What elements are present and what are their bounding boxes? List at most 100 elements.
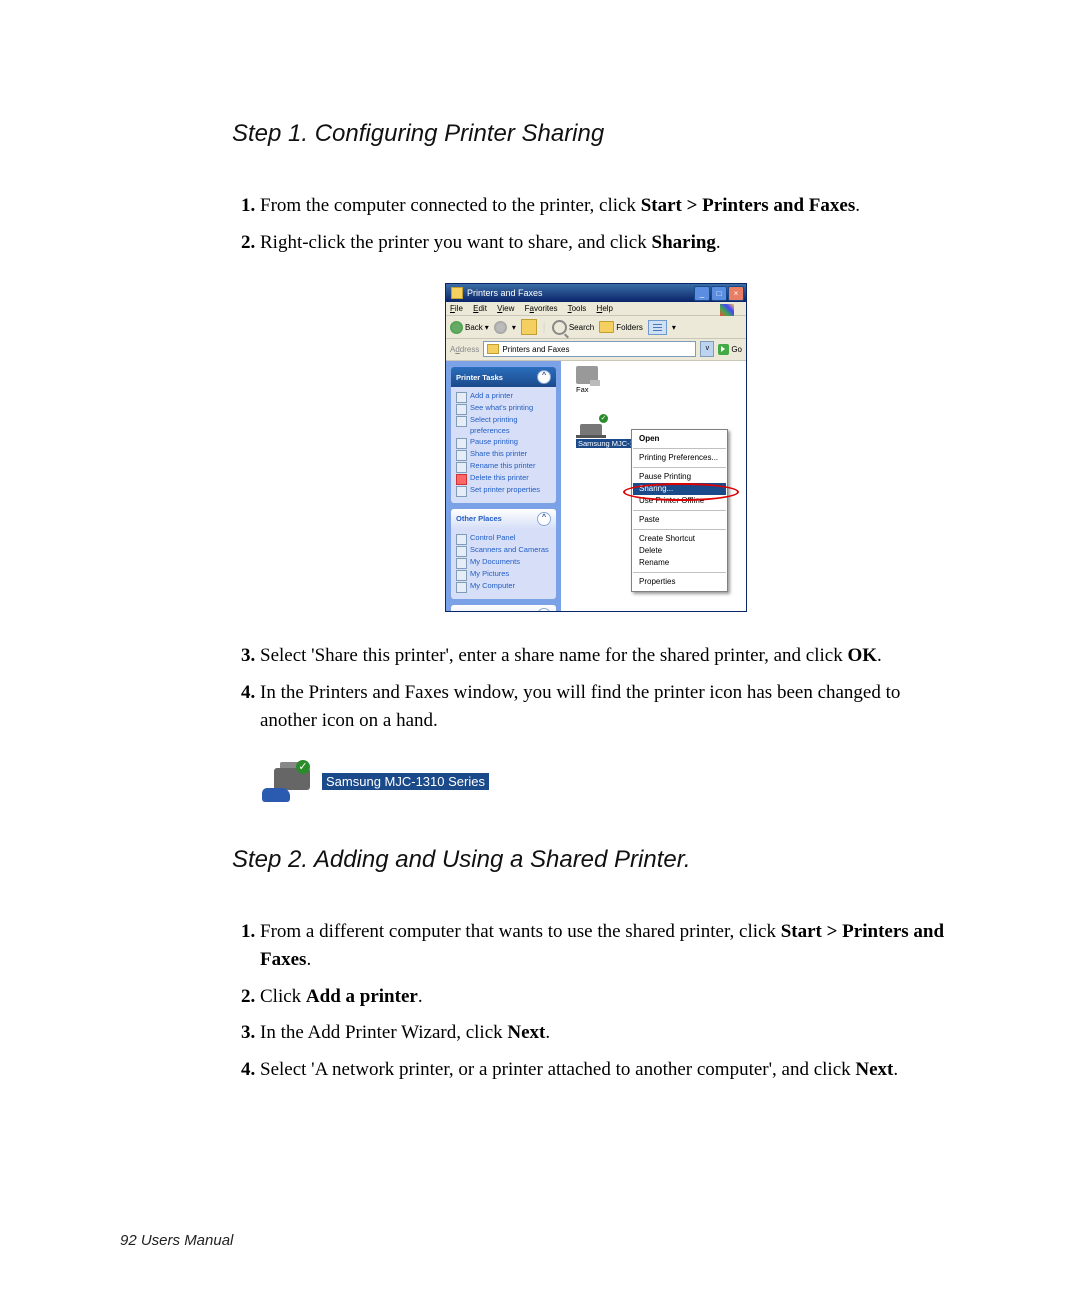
step2-item-2: Click Add a printer. — [260, 983, 960, 1012]
step1-item-3: Select 'Share this printer', enter a sha… — [260, 642, 960, 671]
collapse-icon[interactable]: ^ — [537, 370, 551, 384]
text: Select 'Share this printer', enter a sha… — [260, 645, 847, 666]
computer-icon — [456, 582, 467, 593]
place-my-computer[interactable]: My Computer — [456, 581, 551, 593]
folders-icon — [599, 321, 614, 333]
place-my-documents[interactable]: My Documents — [456, 557, 551, 569]
forward-button[interactable] — [494, 321, 507, 334]
address-field[interactable]: Printers and Faxes — [483, 341, 696, 357]
docs-icon — [456, 558, 467, 569]
context-menu[interactable]: Open Printing Preferences... Pause Print… — [631, 429, 728, 592]
collapse-icon[interactable]: ^ — [537, 512, 551, 526]
task-rename[interactable]: Rename this printer — [456, 461, 551, 473]
menu-edit[interactable]: Edit — [473, 304, 487, 313]
printer-icon — [456, 392, 467, 403]
prefs-icon — [456, 416, 467, 427]
text: . — [306, 949, 311, 970]
menu-view[interactable]: View — [497, 304, 514, 313]
toolbar: Back ▾ ▾ │ Search Folders ▾ — [446, 316, 746, 339]
maximize-button[interactable]: □ — [711, 286, 727, 301]
place-my-pictures[interactable]: My Pictures — [456, 569, 551, 581]
side-pane: Printer Tasks^ Add a printer See what's … — [446, 361, 561, 611]
pause-icon — [456, 438, 467, 449]
bold-text: Add a printer — [306, 986, 418, 1007]
step1-heading: Step 1. Configuring Printer Sharing — [232, 120, 960, 148]
task-pause[interactable]: Pause printing — [456, 437, 551, 449]
expand-icon[interactable]: ^ — [537, 608, 551, 611]
ctx-create-shortcut[interactable]: Create Shortcut — [632, 533, 727, 545]
ctx-use-offline[interactable]: Use Printer Offline — [632, 495, 727, 507]
ctx-paste[interactable]: Paste — [632, 514, 727, 526]
up-button[interactable] — [521, 319, 537, 335]
menubar[interactable]: File Edit View Favorites Tools Help — [446, 302, 746, 316]
text: In the Add Printer Wizard, click — [260, 1022, 507, 1043]
menu-tools[interactable]: Tools — [568, 304, 587, 313]
text: . — [545, 1022, 550, 1043]
place-control-panel[interactable]: Control Panel — [456, 533, 551, 545]
fax-label: Fax — [576, 385, 598, 394]
text: From the computer connected to the print… — [260, 195, 641, 216]
window-titlebar[interactable]: Printers and Faxes _ □ × — [446, 284, 746, 302]
props-icon — [456, 486, 467, 497]
main-area[interactable]: Fax ✓ Samsung MJC-1310 Series Open Print… — [561, 361, 746, 611]
step1-list: From the computer connected to the print… — [232, 192, 960, 257]
task-see-printing[interactable]: See what's printing — [456, 403, 551, 415]
task-share[interactable]: Share this printer — [456, 449, 551, 461]
panel-header[interactable]: Other Places^ — [451, 509, 556, 529]
task-properties[interactable]: Set printer properties — [456, 485, 551, 497]
search-button[interactable]: Search — [552, 320, 594, 335]
ctx-rename[interactable]: Rename — [632, 557, 727, 569]
task-delete[interactable]: Delete this printer — [456, 473, 551, 485]
step2-list: From a different computer that wants to … — [232, 918, 960, 1085]
step2-item-1: From a different computer that wants to … — [260, 918, 960, 975]
go-icon — [718, 344, 729, 355]
menu-file[interactable]: File — [450, 304, 463, 313]
ctx-delete[interactable]: Delete — [632, 545, 727, 557]
ctx-properties[interactable]: Properties — [632, 576, 727, 588]
minimize-button[interactable]: _ — [694, 286, 710, 301]
go-button[interactable]: Go — [718, 344, 742, 355]
shared-printer-label: Samsung MJC-1310 Series — [322, 773, 489, 790]
close-button[interactable]: × — [728, 286, 744, 301]
text: Select 'A network printer, or a printer … — [260, 1059, 855, 1080]
window-title: Printers and Faxes — [467, 288, 543, 298]
bold-text: Next — [855, 1059, 893, 1080]
address-bar: Address Printers and Faxes v Go — [446, 339, 746, 361]
views-button[interactable] — [648, 320, 667, 335]
folder-icon — [487, 344, 499, 354]
task-add-printer[interactable]: Add a printer — [456, 391, 551, 403]
ctx-sharing[interactable]: Sharing... — [633, 483, 726, 495]
panel-header[interactable]: Printer Tasks^ — [451, 367, 556, 387]
shared-printer-icon: ✓ — [262, 762, 316, 802]
xp-logo-icon — [720, 304, 734, 316]
back-icon — [450, 321, 463, 334]
share-icon — [456, 450, 467, 461]
task-select-prefs[interactable]: Select printing preferences — [456, 415, 551, 437]
text: Click — [260, 986, 306, 1007]
ctx-open[interactable]: Open — [632, 433, 727, 445]
folders-button[interactable]: Folders — [599, 321, 643, 333]
panel-other-places: Other Places^ Control Panel Scanners and… — [451, 509, 556, 599]
label: Search — [569, 323, 594, 332]
address-value: Printers and Faxes — [502, 345, 569, 354]
menu-help[interactable]: Help — [597, 304, 613, 313]
menu-favorites[interactable]: Favorites — [525, 304, 558, 313]
text: From a different computer that wants to … — [260, 921, 781, 942]
ctx-printing-prefs[interactable]: Printing Preferences... — [632, 452, 727, 464]
place-scanners[interactable]: Scanners and Cameras — [456, 545, 551, 557]
fax-item[interactable]: Fax — [576, 366, 598, 394]
back-button[interactable]: Back ▾ — [450, 321, 489, 334]
doc-icon — [456, 404, 467, 415]
ctx-pause[interactable]: Pause Printing — [632, 471, 727, 483]
address-dropdown[interactable]: v — [700, 341, 714, 357]
figure-printers-window: Printers and Faxes _ □ × File Edit View … — [232, 283, 960, 612]
text: . — [877, 645, 882, 666]
step1-item-2: Right-click the printer you want to shar… — [260, 229, 960, 258]
panel-header[interactable]: Details^ — [451, 605, 556, 611]
bold-text: OK — [847, 645, 877, 666]
label: Go — [731, 345, 742, 354]
step1-list-continued: Select 'Share this printer', enter a sha… — [232, 642, 960, 736]
text: . — [855, 195, 860, 216]
bold-text: Start > Printers and Faxes — [641, 195, 856, 216]
window: Printers and Faxes _ □ × File Edit View … — [445, 283, 747, 612]
